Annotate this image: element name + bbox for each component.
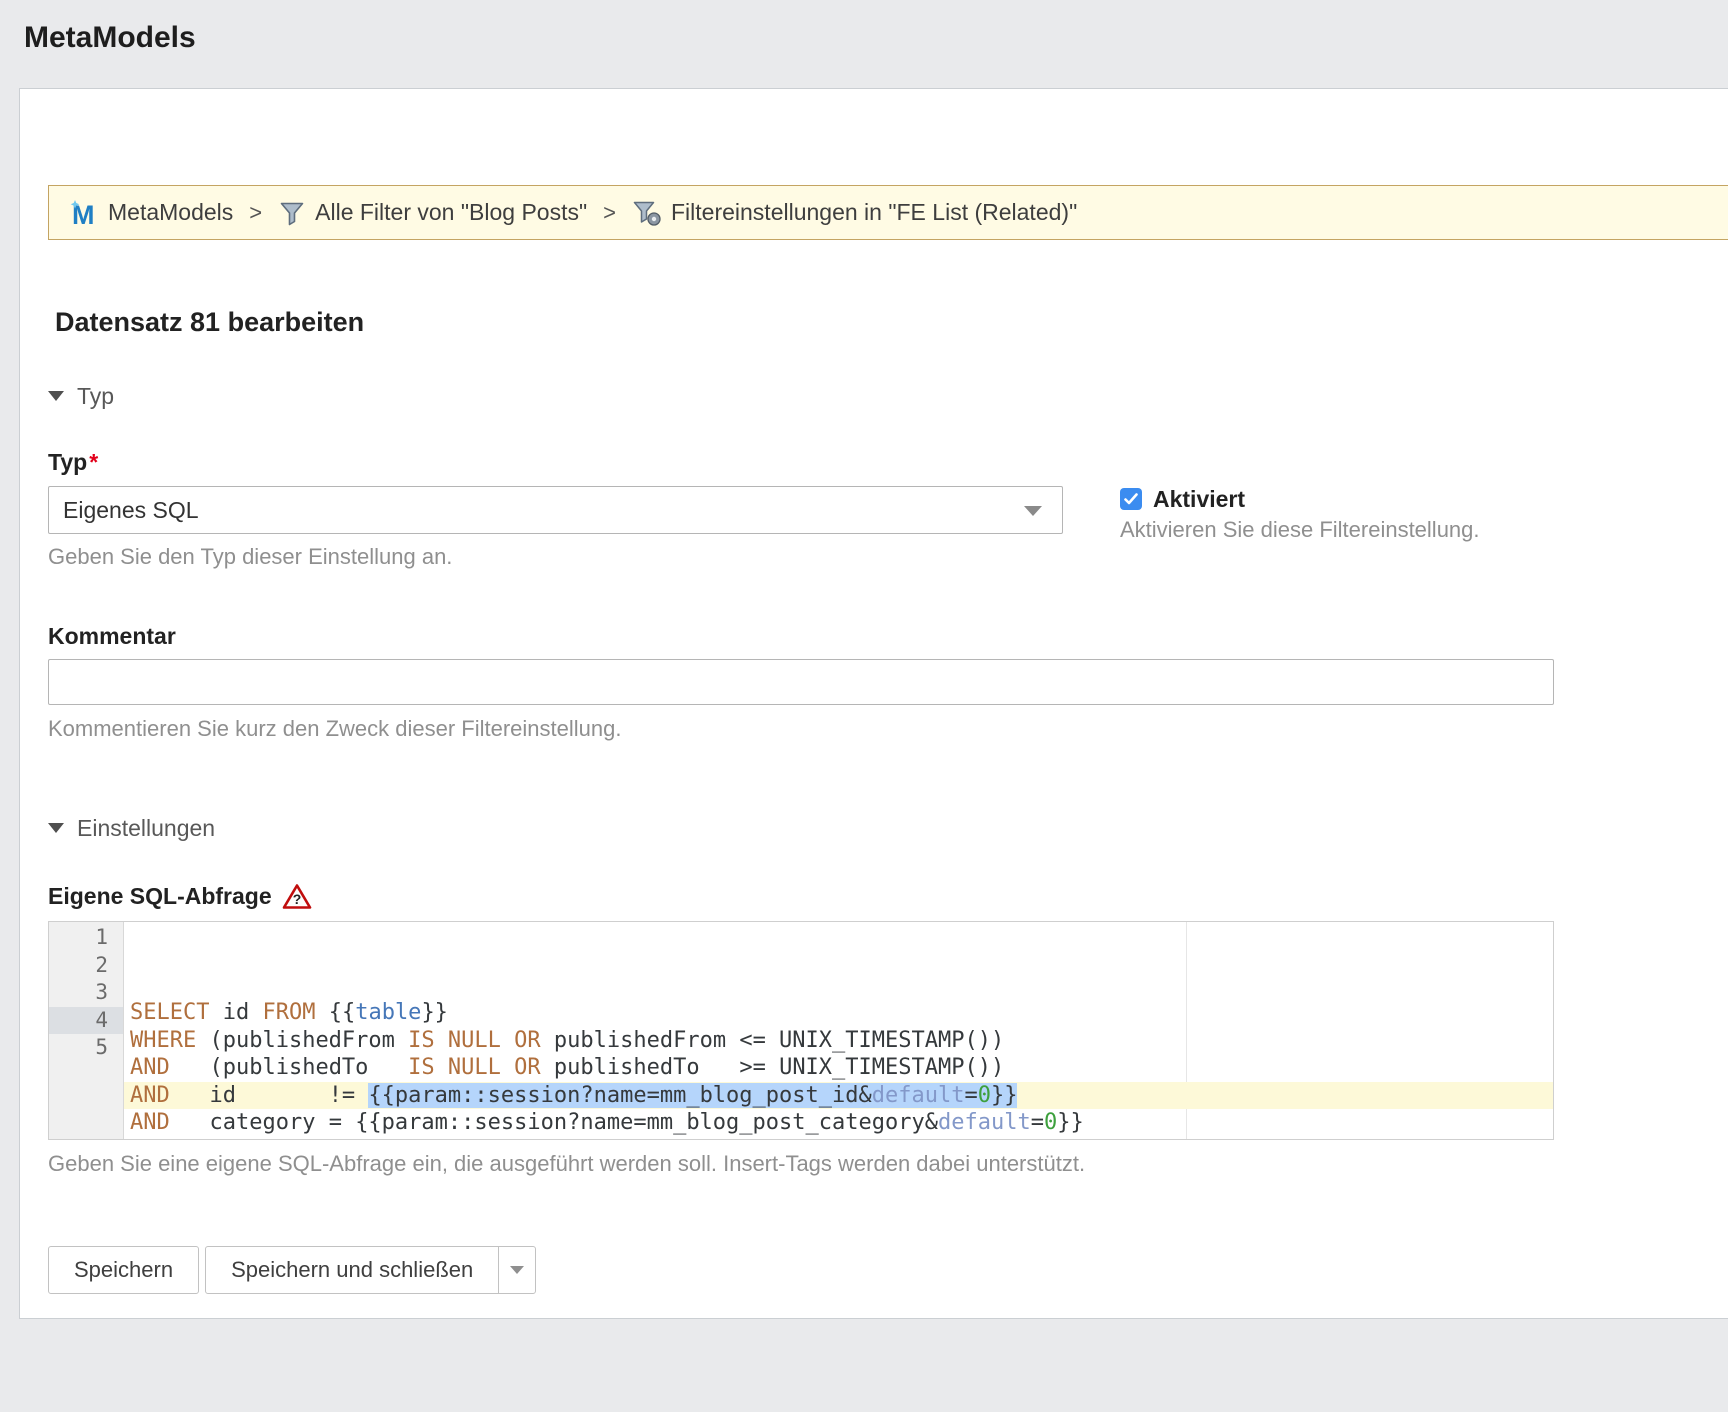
save-button[interactable]: Speichern [48,1245,200,1294]
code-line: AND category = {{param::session?name=mm_… [130,1110,1084,1135]
breadcrumb-separator: > [249,199,263,225]
gutter-line-number: 2 [95,952,108,977]
sql-editor-gutter: 1 2 345 [49,922,124,1139]
code-line: AND (publishedTo IS NULL OR publishedTo … [130,1055,1005,1080]
caret-down-icon [48,391,64,401]
warning-triangle-icon: ? [282,883,312,910]
kommentar-input[interactable] [48,659,1554,705]
typ-field: Typ* Eigenes SQL Geben Sie den Typ diese… [48,448,1063,570]
caret-down-icon [48,823,64,833]
aktiviert-help: Aktivieren Sie diese Filtereinstellung. [1120,517,1480,542]
breadcrumb-item-filter-settings[interactable]: Filtereinstellungen in "FE List (Related… [632,199,1077,227]
aktiviert-checkbox[interactable] [1120,488,1142,510]
section-einstellungen-toggle[interactable]: Einstellungen [48,814,1728,842]
metamodels-logo-icon: M [67,198,99,228]
typ-row: Typ* Eigenes SQL Geben Sie den Typ diese… [48,448,1728,570]
code-line: SELECT id FROM {{table}} [130,1000,448,1025]
page-title: MetaModels [24,21,196,54]
save-options-dropdown-button[interactable] [498,1245,537,1294]
record-heading: Datensatz 81 bearbeiten [55,307,365,337]
svg-text:?: ? [292,891,301,907]
chevron-down-icon [1024,506,1042,516]
filter-settings-icon [632,199,662,227]
aktiviert-field: Aktiviert Aktivieren Sie diese Filterein… [1120,448,1480,570]
sql-help: Geben Sie eine eigene SQL-Abfrage ein, d… [48,1150,1086,1176]
typ-select-value: Eigenes SQL [63,497,199,523]
sql-editor[interactable]: 1 2 345 SELECT id FROM {{table}} WHERE (pub… [48,921,1554,1140]
sql-label: Eigene SQL-Abfrage [48,883,272,909]
typ-label-text: Typ [48,449,88,475]
filter-icon [278,199,306,227]
kommentar-help: Kommentieren Sie kurz den Zweck dieser F… [48,716,622,741]
checkmark-icon [1124,493,1138,505]
typ-select[interactable]: Eigenes SQL [48,486,1063,534]
section-typ-label: Typ [77,383,115,409]
chevron-down-icon [510,1265,525,1274]
sql-editor-code[interactable]: SELECT id FROM {{table}} WHERE (published… [124,922,1553,1139]
gutter-line-number: 5 [95,1035,108,1059]
breadcrumb-item-metamodels[interactable]: M MetaModels [67,198,233,228]
section-typ-toggle[interactable]: Typ [48,382,1728,410]
typ-label: Typ* [48,448,1063,476]
button-bar: Speichern Speichern und schließen [48,1245,1728,1294]
breadcrumb-label: Alle Filter von "Blog Posts" [315,199,588,225]
gutter-line-number: 4 [49,1006,123,1034]
content-panel: M MetaModels > Alle Filter von "Blog Pos… [19,88,1728,1319]
gutter-line-number: 3 [95,980,108,1004]
aktiviert-label: Aktiviert [1153,486,1246,512]
breadcrumb-item-filters[interactable]: Alle Filter von "Blog Posts" [278,199,587,227]
breadcrumb-separator: > [603,199,616,225]
save-and-close-button[interactable]: Speichern und schließen [205,1245,500,1294]
typ-help: Geben Sie den Typ dieser Einstellung an. [48,544,453,569]
code-line: WHERE (publishedFrom IS NULL OR publishe… [130,1027,1005,1053]
breadcrumb: M MetaModels > Alle Filter von "Blog Pos… [48,185,1728,240]
code-line: AND id != {{param::session?name=mm_blog_… [124,1081,1553,1109]
kommentar-label: Kommentar [48,623,176,649]
breadcrumb-label: Filtereinstellungen in "FE List (Related… [671,199,1078,225]
required-mark: * [89,449,99,475]
section-einstellungen-label: Einstellungen [77,815,216,841]
gutter-line-number: 1 [95,925,108,949]
breadcrumb-label: MetaModels [108,199,234,225]
